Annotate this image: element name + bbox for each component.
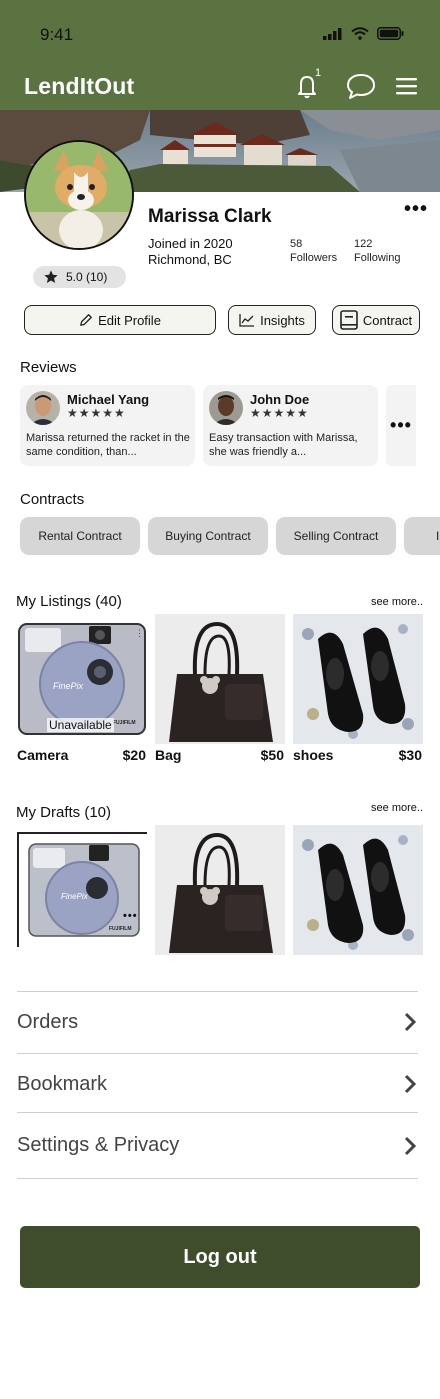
menu-item-label: Orders <box>17 1010 79 1033</box>
review-stars: ★★★★★ <box>250 406 309 420</box>
followers-count: 58 <box>290 238 303 250</box>
draft-tile-bag[interactable] <box>155 825 285 955</box>
menu-item-label: Bookmark <box>17 1072 108 1095</box>
contract-chip-rental[interactable]: Rental Contract <box>20 517 140 555</box>
contracts-title: Contracts <box>20 491 85 508</box>
wifi-icon <box>351 27 369 40</box>
reviewer-name: John Doe <box>250 392 310 407</box>
review-card[interactable]: Michael Yang ★★★★★ Marissa returned the … <box>20 385 195 466</box>
listing-price: $20 <box>122 747 146 763</box>
rating-badge[interactable]: 5.0 (10) <box>33 266 126 288</box>
line-chart-icon <box>239 314 255 327</box>
contract-chip-selling[interactable]: Selling Contract <box>276 517 396 555</box>
camera-maker-text: FUJIFILM <box>113 720 136 726</box>
hamburger-menu-icon <box>396 78 417 95</box>
profile-more-options[interactable]: ••• <box>404 198 428 221</box>
listings-title: My Listings (40) <box>16 593 122 610</box>
menu-item-orders[interactable]: Orders <box>17 991 418 1052</box>
status-icons <box>323 27 404 40</box>
contract-button[interactable]: Contract <box>332 305 420 335</box>
menu-item-bookmark[interactable]: Bookmark <box>17 1053 418 1114</box>
contract-chip-more[interactable]: In <box>404 517 440 555</box>
camera-maker-text: FUJIFILM <box>109 926 132 932</box>
reviewer-avatar <box>209 391 243 425</box>
rating-value: 5.0 (10) <box>66 270 108 284</box>
reviewer-name: Michael Yang <box>67 392 150 407</box>
edit-profile-button[interactable]: Edit Profile <box>24 305 216 335</box>
draft-options-icon[interactable]: ••• <box>123 910 138 922</box>
location: Richmond, BC <box>148 252 232 267</box>
drafts-see-more-link[interactable]: see more.. <box>371 802 423 814</box>
listing-name: Bag <box>155 747 182 763</box>
chat-bubble-icon <box>347 74 375 99</box>
menu-button[interactable] <box>393 70 425 102</box>
listing-price: $50 <box>260 747 284 763</box>
unavailable-label: Unavailable <box>47 718 114 732</box>
listing-tile-shoes[interactable] <box>293 614 423 744</box>
notification-badge: 1 <box>315 67 322 79</box>
reviewer-avatar <box>26 391 60 425</box>
document-icon <box>340 310 358 330</box>
insights-button[interactable]: Insights <box>228 305 316 335</box>
status-time: 9:41 <box>40 25 74 44</box>
drafts-title: My Drafts (10) <box>16 804 112 821</box>
following-count: 122 <box>354 238 373 250</box>
chevron-right-icon <box>404 1012 417 1032</box>
menu-item-label: Settings & Privacy <box>17 1134 180 1156</box>
review-stars: ★★★★★ <box>67 406 126 420</box>
app-header: 9:41 LendItOut 1 <box>0 0 440 110</box>
star-icon <box>44 270 58 283</box>
notifications-button[interactable]: 1 <box>292 67 324 102</box>
logout-button[interactable]: Log out <box>20 1226 420 1288</box>
listing-name: shoes <box>293 747 334 763</box>
camera-model-text: FinePix <box>61 892 88 901</box>
following-stat[interactable]: 122 Following <box>354 237 400 265</box>
draft-tile-camera[interactable]: FinePix FUJIFILM ••• <box>17 832 147 962</box>
app-title: LendItOut <box>24 73 135 99</box>
review-card[interactable]: John Doe ★★★★★ Easy transaction with Mar… <box>203 385 378 466</box>
followers-label: Followers <box>290 252 338 264</box>
review-text: Marissa returned the racket in the same … <box>26 432 190 458</box>
profile-name: Marissa Clark <box>148 206 272 227</box>
profile-avatar[interactable] <box>24 140 134 250</box>
draft-tile-shoes[interactable] <box>293 825 423 955</box>
chevron-right-icon <box>404 1074 417 1094</box>
followers-stat[interactable]: 58 Followers <box>290 237 337 265</box>
camera-model-text: FinePix <box>53 681 84 691</box>
reviews-title: Reviews <box>20 359 77 376</box>
review-text: Easy transaction with Marissa, she was f… <box>209 432 358 458</box>
listing-name: Camera <box>17 747 69 763</box>
contract-label: Contract <box>362 312 413 328</box>
contract-chip-buying[interactable]: Buying Contract <box>148 517 268 555</box>
chevron-right-icon <box>404 1136 417 1155</box>
listing-tile-camera[interactable]: FinePix FUJIFILM ⋮ Unavailable <box>17 614 147 744</box>
insights-label: Insights <box>260 312 305 328</box>
profile-joined-info: Joined in 2020 Richmond, BC <box>148 236 233 268</box>
listing-tile-bag[interactable] <box>155 614 285 744</box>
edit-profile-label: Edit Profile <box>98 312 161 328</box>
listing-price: $30 <box>398 747 422 763</box>
camera-menu-icon: ⋮ <box>135 628 144 638</box>
cellular-signal-icon <box>323 27 342 40</box>
pencil-icon <box>80 314 92 326</box>
menu-divider <box>17 1178 418 1179</box>
more-reviews-button[interactable]: ••• <box>386 385 416 466</box>
messages-button[interactable] <box>345 70 377 102</box>
following-label: Following <box>354 252 401 264</box>
menu-item-settings-privacy[interactable]: Settings & Privacy <box>17 1112 418 1178</box>
joined-date: Joined in 2020 <box>148 236 233 251</box>
battery-icon <box>377 27 404 40</box>
listings-see-more-link[interactable]: see more.. <box>371 596 423 608</box>
